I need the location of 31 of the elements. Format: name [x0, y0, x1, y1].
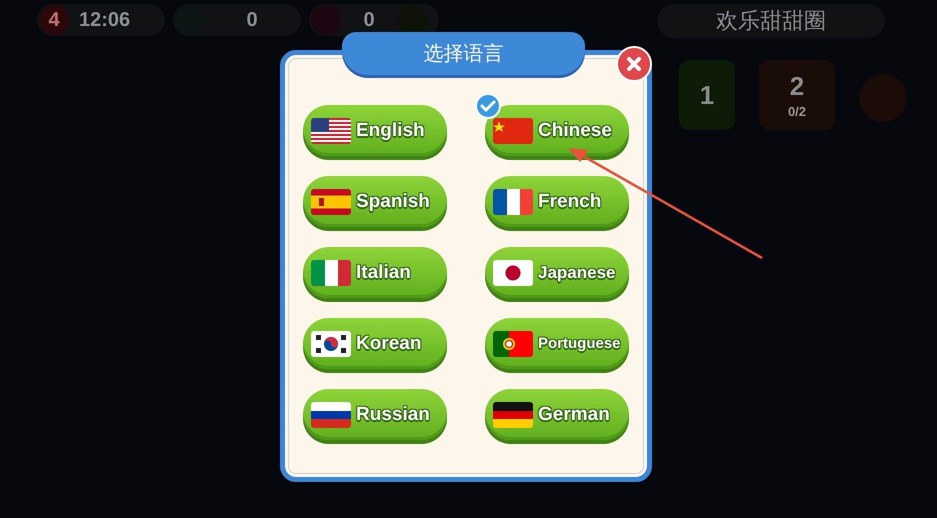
flag-icon [493, 118, 533, 144]
level-number: 2 [790, 71, 804, 102]
gems-count: 0 [362, 8, 376, 32]
language-button[interactable]: German [485, 389, 629, 440]
flag-icon [493, 260, 533, 286]
language-button[interactable]: French [485, 176, 629, 227]
flag-icon [311, 330, 351, 356]
close-icon [626, 56, 642, 72]
timer-text: 12:06 [79, 8, 132, 32]
language-button[interactable]: Korean [303, 318, 447, 369]
flag-icon [493, 330, 533, 356]
language-button[interactable]: Spanish [303, 176, 447, 227]
flag-icon [311, 188, 351, 214]
coins-count: 0 [245, 8, 259, 32]
tricolor-flag-icon [493, 188, 533, 214]
event-title-button[interactable]: 欢乐甜甜圈 [657, 4, 885, 38]
language-button[interactable]: Chinese [485, 105, 629, 156]
dialog-title: 选择语言 [342, 32, 585, 75]
level-number: 1 [700, 80, 714, 110]
language-button[interactable]: Italian [303, 247, 447, 298]
collected-count: 0/2 [788, 104, 806, 119]
level-tile[interactable]: 1 [679, 60, 735, 130]
level-tile[interactable]: 2 0/2 [759, 60, 835, 130]
language-button[interactable]: Japanese [485, 247, 629, 298]
language-button[interactable]: English [303, 105, 447, 156]
language-button[interactable]: Russian [303, 389, 447, 440]
tricolor-flag-icon [493, 402, 533, 428]
tricolor-flag-icon [311, 260, 351, 286]
flag-icon [311, 118, 351, 144]
tricolor-flag-icon [311, 402, 351, 428]
language-button[interactable]: Portuguese [485, 318, 629, 369]
